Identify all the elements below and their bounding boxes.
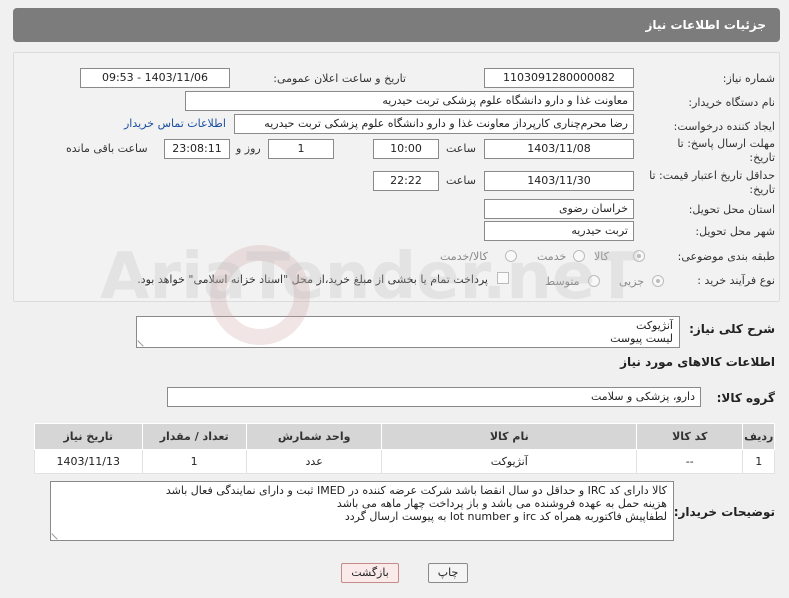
resize-grip-icon[interactable] xyxy=(51,528,63,540)
buyer-notes-line-2: هزینه حمل به عهده فروشنده می باشد و باز … xyxy=(336,497,667,510)
buyer-notes-label: توضیحات خریدار: xyxy=(673,505,775,519)
overall-desc-line-1: آنژیوکت xyxy=(636,319,673,332)
overall-desc-line-2: لیست پیوست xyxy=(610,332,673,345)
announce-datetime-field: 1403/11/06 - 09:53 xyxy=(80,68,230,88)
requester-field: رضا محرم‌چناری کارپرداز معاونت غذا و دار… xyxy=(234,114,634,134)
buyer-org-label: نام دستگاه خریدار: xyxy=(688,96,775,109)
reply-deadline-time-field: 10:00 xyxy=(373,139,439,159)
reply-days-label: روز و xyxy=(236,142,261,155)
price-validity-date-field: 1403/11/30 xyxy=(484,171,634,191)
buyer-notes-line-1: کالا دارای کد IRC و حداقل دو سال انقضا ب… xyxy=(165,484,667,497)
category-radio-service[interactable] xyxy=(573,250,585,262)
goods-section-title: اطلاعات کالاهای مورد نیاز xyxy=(620,355,775,369)
reply-days-field: 1 xyxy=(268,139,334,159)
reply-deadline-date-field: 1403/11/08 xyxy=(484,139,634,159)
category-option-service: خدمت xyxy=(537,250,567,263)
reply-remaining-label: ساعت باقی مانده xyxy=(66,142,148,155)
category-label: طبقه بندی موضوعی: xyxy=(677,250,775,263)
reply-deadline-label: مهلت ارسال پاسخ: تا xyxy=(677,137,775,150)
purchase-radio-minor[interactable] xyxy=(652,275,664,287)
need-number-label: شماره نیاز: xyxy=(722,72,775,85)
col-unit: واحد شمارش xyxy=(245,423,383,450)
buyer-notes-textarea[interactable]: کالا دارای کد IRC و حداقل دو سال انقضا ب… xyxy=(50,481,674,541)
goods-table: ردیف کد کالا نام کالا واحد شمارش تعداد /… xyxy=(34,423,775,474)
category-option-goods: کالا xyxy=(594,250,609,263)
cell-code: -- xyxy=(636,449,744,474)
city-field: تربت حیدریه xyxy=(484,221,634,241)
back-button[interactable]: بازگشت xyxy=(341,563,399,583)
announce-datetime-label: تاریخ و ساعت اعلان عمومی: xyxy=(273,72,406,85)
col-row: ردیف xyxy=(742,423,775,450)
cell-quantity: 1 xyxy=(141,449,247,474)
table-row: 1 -- آنژیوکت عدد 1 1403/11/13 xyxy=(34,449,775,474)
purchase-radio-medium[interactable] xyxy=(588,275,600,287)
city-label: شهر محل تحویل: xyxy=(695,225,775,238)
buyer-org-field: معاونت غذا و دارو دانشگاه علوم پزشکی ترب… xyxy=(185,91,634,111)
province-label: استان محل تحویل: xyxy=(688,203,775,216)
overall-desc-textarea[interactable]: آنژیوکت لیست پیوست xyxy=(136,316,680,348)
purchase-type-label: نوع فرآیند خرید : xyxy=(697,274,775,287)
reply-deadline-label-date: تاریخ: xyxy=(749,151,775,164)
requester-label: ایجاد کننده درخواست: xyxy=(673,120,775,133)
col-need-date: تاریخ نیاز xyxy=(34,423,143,450)
page-title: جزئیات اطلاعات نیاز xyxy=(13,8,780,42)
cell-need-date: 1403/11/13 xyxy=(34,449,143,474)
category-radio-goods-service[interactable] xyxy=(505,250,517,262)
price-time-label: ساعت xyxy=(446,174,476,187)
reply-remaining-field: 23:08:11 xyxy=(164,139,230,159)
price-validity-label: حداقل تاریخ اعتبار قیمت: تا xyxy=(649,169,775,182)
treasury-payment-note: پرداخت تمام یا بخشی از مبلغ خرید،از محل … xyxy=(137,273,488,286)
need-number-field: 1103091280000082 xyxy=(484,68,634,88)
col-name: نام کالا xyxy=(381,423,638,450)
cell-row: 1 xyxy=(742,449,775,474)
buyer-notes-line-3: لطفاپیش فاکتوربه همراه کد irc و lot numb… xyxy=(344,510,667,523)
goods-group-label: گروه کالا: xyxy=(716,391,775,405)
category-option-goods-service: کالا/خدمت xyxy=(440,250,488,263)
overall-desc-label: شرح کلی نیاز: xyxy=(689,322,775,336)
reply-time-label: ساعت xyxy=(446,142,476,155)
cell-unit: عدد xyxy=(245,449,383,474)
col-quantity: تعداد / مقدار xyxy=(141,423,247,450)
category-radio-goods[interactable] xyxy=(633,250,645,262)
price-validity-time-field: 22:22 xyxy=(373,171,439,191)
province-field: خراسان رضوی xyxy=(484,199,634,219)
price-validity-label-date: تاریخ: xyxy=(749,183,775,196)
col-code: کد کالا xyxy=(636,423,744,450)
purchase-option-minor: جزیی xyxy=(619,275,645,288)
cell-name: آنژیوکت xyxy=(381,449,638,474)
goods-group-field: دارو، پزشکی و سلامت xyxy=(167,387,701,407)
print-button[interactable]: چاپ xyxy=(428,563,468,583)
buyer-contact-link[interactable]: اطلاعات تماس خریدار xyxy=(124,117,226,130)
purchase-option-medium: متوسط xyxy=(545,275,580,288)
goods-table-header: ردیف کد کالا نام کالا واحد شمارش تعداد /… xyxy=(34,423,775,450)
treasury-payment-checkbox[interactable] xyxy=(497,272,509,284)
